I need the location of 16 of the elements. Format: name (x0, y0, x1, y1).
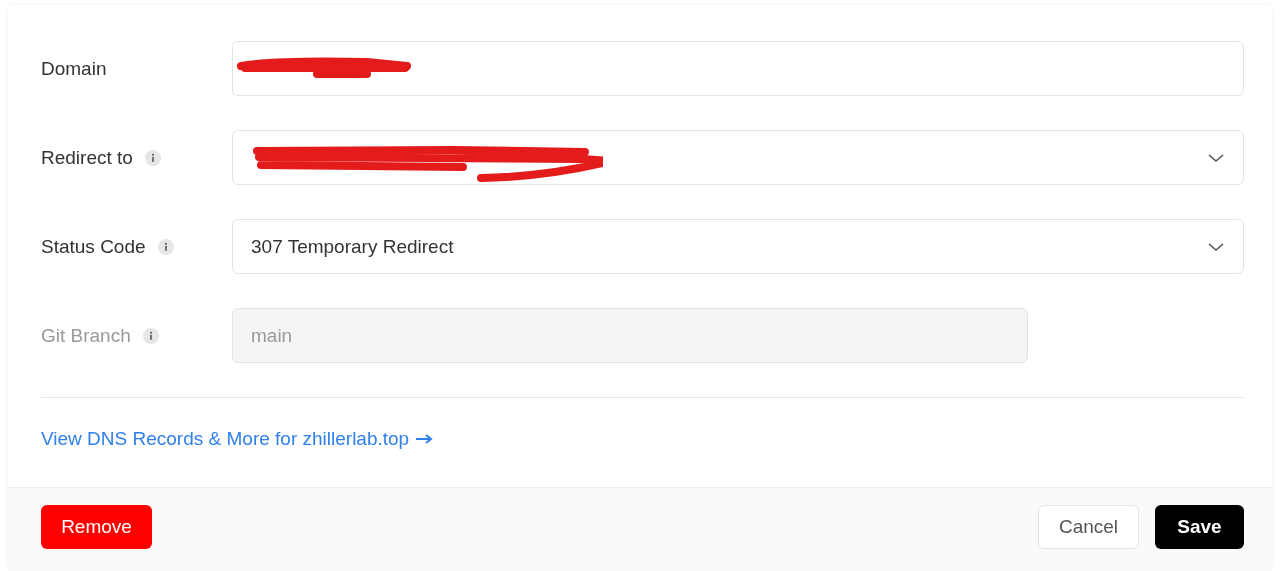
arrow-right-icon (415, 434, 434, 444)
dns-records-link[interactable]: View DNS Records & More for zhillerlab.top (41, 428, 410, 450)
save-button[interactable]: Save (1155, 505, 1244, 549)
info-icon[interactable] (144, 149, 161, 166)
cancel-button[interactable]: Cancel (1038, 505, 1139, 549)
chevron-down-icon (1207, 152, 1225, 163)
select-field[interactable] (232, 130, 1244, 185)
info-icon[interactable] (157, 238, 174, 255)
select-field[interactable]: 307 Temporary Redirect (232, 219, 1244, 274)
field-label: Domain (41, 57, 107, 80)
field-label: Status Code (41, 235, 146, 258)
chevron-down-icon (1207, 241, 1225, 252)
field-label: Git Branch (41, 324, 131, 347)
input-field[interactable] (232, 41, 1244, 96)
remove-button[interactable]: Remove (41, 505, 152, 549)
field-label: Redirect to (41, 146, 133, 169)
